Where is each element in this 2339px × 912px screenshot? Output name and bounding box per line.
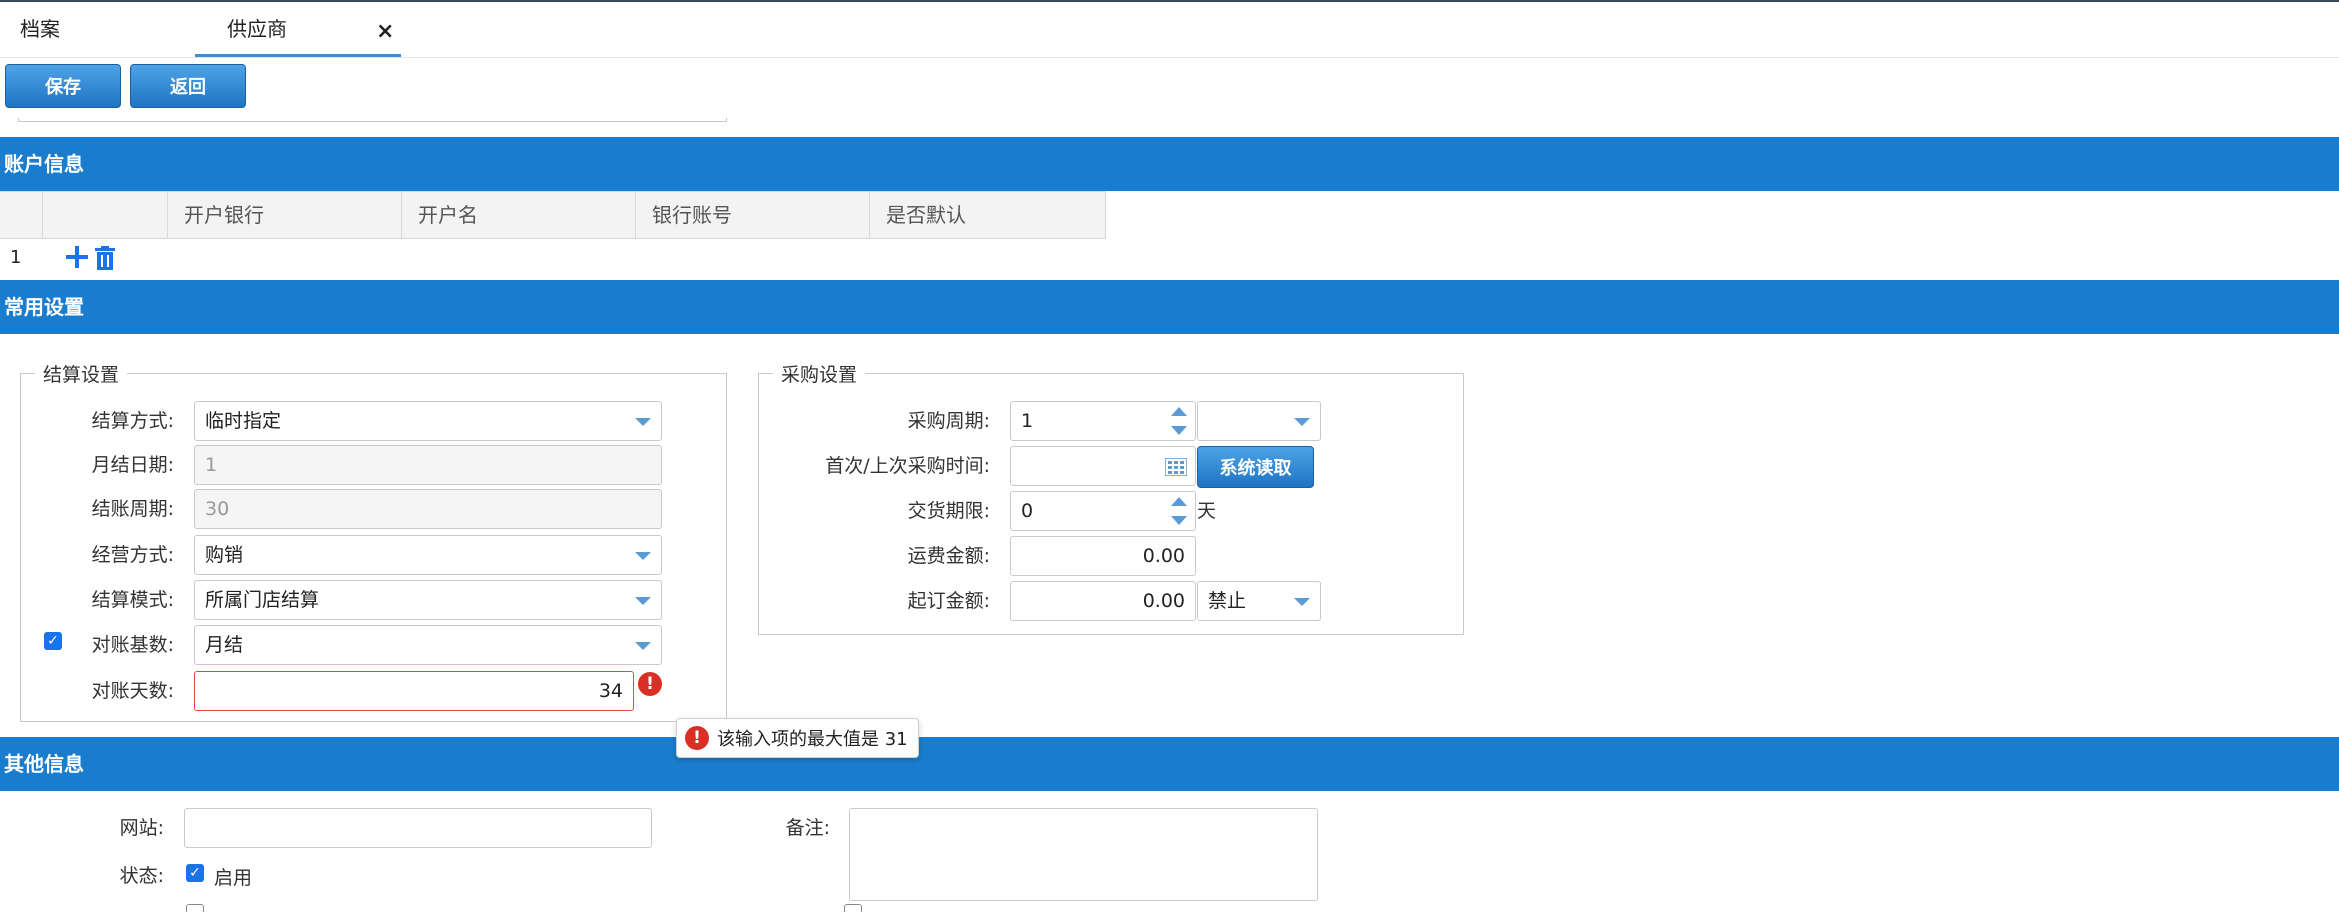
min-order-amount-input[interactable]: 0.00: [1010, 581, 1196, 621]
add-icon[interactable]: [66, 244, 88, 270]
settlement-mode-select[interactable]: 所属门店结算: [194, 580, 662, 620]
grid-header-account-number: 银行账号: [636, 192, 870, 238]
month-day-input: 1: [194, 445, 662, 485]
tab-supplier[interactable]: 供应商: [195, 2, 401, 57]
grid-header-actions: [43, 192, 168, 238]
business-method-value: 购销: [205, 544, 244, 566]
system-read-button[interactable]: 系统读取: [1197, 446, 1314, 488]
spinner-up-icon[interactable]: [1171, 497, 1187, 506]
settlement-cycle-input: 30: [194, 489, 662, 529]
chevron-down-icon: [635, 552, 651, 560]
settlement-legend: 结算设置: [43, 364, 120, 386]
section-account-info: 账户信息: [0, 137, 2339, 191]
trash-icon[interactable]: [95, 246, 115, 270]
settlement-mode-value: 所属门店结算: [205, 589, 320, 611]
grid-header-default: 是否默认: [870, 192, 1106, 238]
calendar-icon[interactable]: [1165, 458, 1187, 476]
tab-bar: 档案 供应商 ×: [0, 0, 2339, 58]
reconcile-base-select[interactable]: 月结: [194, 625, 662, 665]
save-button[interactable]: 保存: [5, 64, 121, 108]
tab-supplier-label: 供应商: [227, 17, 287, 41]
partial-checkbox[interactable]: [186, 904, 204, 912]
website-input[interactable]: [184, 808, 652, 848]
spinner-down-icon[interactable]: [1171, 426, 1187, 435]
grid-row-index: 1: [10, 247, 22, 268]
chevron-down-icon: [635, 597, 651, 605]
freight-amount-input[interactable]: 0.00: [1010, 536, 1196, 576]
business-method-select[interactable]: 购销: [194, 535, 662, 575]
tab-archive[interactable]: 档案: [20, 2, 60, 57]
status-enabled-label: 启用: [214, 867, 253, 889]
fieldset-remnant: [18, 118, 727, 122]
business-method-label: 经营方式:: [91, 544, 174, 566]
error-icon: !: [685, 726, 709, 750]
freight-amount-label: 运费金额:: [907, 545, 990, 567]
purchase-legend: 采购设置: [781, 364, 858, 386]
website-label: 网站:: [119, 817, 164, 839]
delivery-deadline-value: 0: [1021, 500, 1034, 522]
reconcile-days-input[interactable]: 34: [194, 671, 634, 711]
first-purchase-time-input[interactable]: [1010, 446, 1196, 486]
error-icon: !: [638, 672, 662, 696]
month-day-label: 月结日期:: [91, 454, 174, 476]
chevron-down-icon: [1294, 418, 1310, 426]
reconcile-days-label: 对账天数:: [91, 680, 174, 702]
close-icon[interactable]: ×: [376, 4, 394, 59]
chevron-down-icon: [635, 642, 651, 650]
back-button[interactable]: 返回: [130, 64, 246, 108]
settlement-mode-label: 结算模式:: [91, 589, 174, 611]
grid-header-bank: 开户银行: [168, 192, 402, 238]
validation-tooltip: ! 该输入项的最大值是 31: [676, 718, 919, 758]
status-label: 状态:: [119, 865, 164, 887]
delivery-deadline-label: 交货期限:: [907, 500, 990, 522]
min-order-amount-label: 起订金额:: [907, 590, 990, 612]
purchase-period-label: 采购周期:: [907, 410, 990, 432]
remark-textarea[interactable]: [849, 808, 1318, 901]
first-purchase-time-label: 首次/上次采购时间:: [825, 455, 990, 477]
spinner-up-icon[interactable]: [1171, 407, 1187, 416]
delivery-unit-label: 天: [1197, 500, 1217, 522]
min-order-option-select[interactable]: 禁止: [1197, 581, 1321, 621]
partial-checkbox-right[interactable]: [844, 904, 862, 912]
reconcile-base-value: 月结: [205, 634, 244, 656]
spinner-down-icon[interactable]: [1171, 516, 1187, 525]
settlement-method-select[interactable]: 临时指定: [194, 401, 662, 441]
settlement-cycle-label: 结账周期:: [91, 498, 174, 520]
purchase-period-spinner[interactable]: 1: [1010, 401, 1196, 441]
settlement-method-label: 结算方式:: [91, 410, 174, 432]
remark-label: 备注:: [785, 817, 830, 839]
validation-message: 该输入项的最大值是 31: [717, 729, 908, 750]
settlement-method-value: 临时指定: [205, 410, 282, 432]
purchase-period-unit-select[interactable]: [1197, 401, 1321, 441]
grid-header-index: [0, 192, 43, 238]
section-other-info: 其他信息: [0, 737, 2339, 791]
chevron-down-icon: [1294, 598, 1310, 606]
account-grid-header: 开户银行 开户名 银行账号 是否默认: [0, 191, 1106, 239]
reconcile-base-label: 对账基数:: [91, 634, 174, 656]
grid-header-account-name: 开户名: [402, 192, 636, 238]
chevron-down-icon: [635, 418, 651, 426]
purchase-period-value: 1: [1021, 410, 1034, 432]
section-common-settings: 常用设置: [0, 280, 2339, 334]
min-order-option-value: 禁止: [1208, 590, 1247, 612]
delivery-deadline-spinner[interactable]: 0: [1010, 491, 1196, 531]
status-enabled-checkbox[interactable]: ✓: [186, 864, 204, 882]
